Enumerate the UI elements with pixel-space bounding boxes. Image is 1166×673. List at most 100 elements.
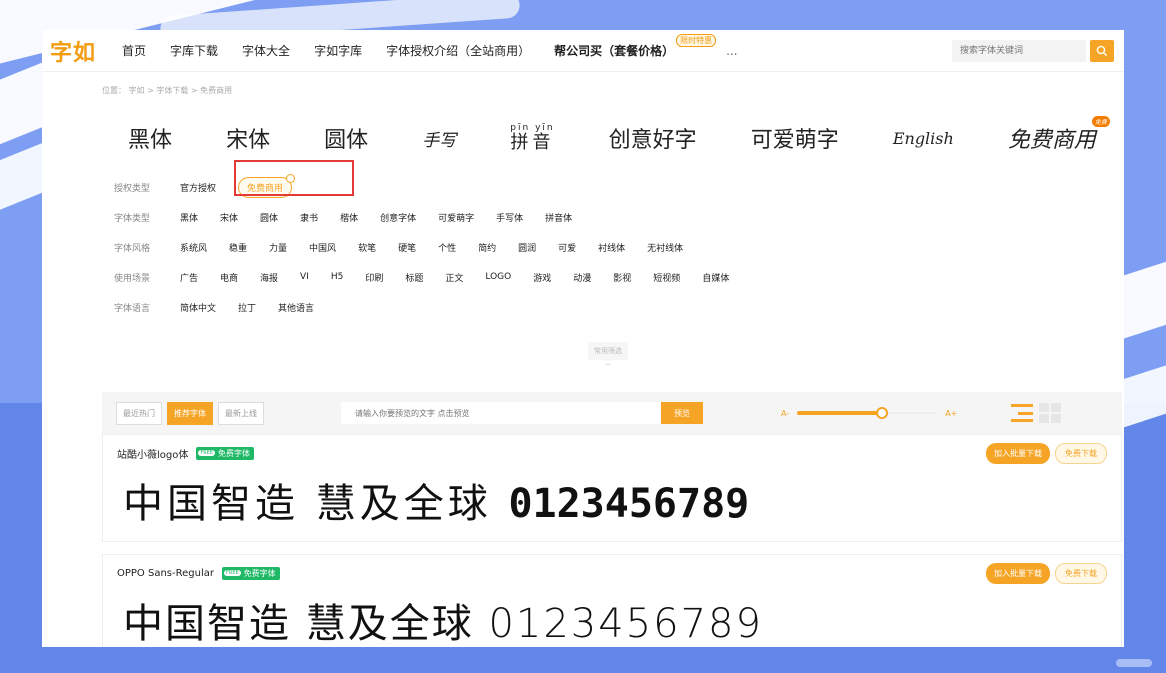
font-card-actions: 加入批量下载 免费下载 [986, 562, 1107, 584]
filter-row-scene: 使用场景 广告 电商 海报 VI H5 印刷 标题 正文 LOGO 游戏 动漫 … [114, 262, 1124, 292]
background-pill [1116, 659, 1152, 667]
filter-option[interactable]: 海报 [260, 271, 278, 284]
free-download-button[interactable]: 免费下载 [1055, 562, 1107, 584]
font-category-bar: 黑体 宋体 圆体 手写 pīn yīn 拼音 创意好字 可爱萌字 English… [42, 116, 1124, 158]
free-download-button[interactable]: 免费下载 [1055, 442, 1107, 464]
filter-option[interactable]: 衬线体 [598, 241, 625, 254]
font-card[interactable]: OPPO Sans-Regular FREE 免费字体 加入批量下载 免费下载 … [102, 554, 1122, 647]
filter-option[interactable]: 印刷 [365, 271, 383, 284]
filter-option[interactable]: 黑体 [180, 211, 198, 224]
category-pinyin[interactable]: pīn yīn 拼音 [510, 124, 554, 152]
font-preview-digits: 0123456789 [488, 601, 763, 647]
filter-option[interactable]: 电商 [220, 271, 238, 284]
nav-ziru-library[interactable]: 字如字库 [314, 42, 362, 59]
filter-option[interactable]: H5 [331, 272, 344, 282]
preview-button[interactable]: 预览 [661, 402, 703, 424]
free-badge: FREE [198, 450, 216, 456]
filter-label: 字体类型 [114, 213, 151, 224]
nav-font-collection[interactable]: 字体大全 [242, 42, 290, 59]
add-batch-download-button[interactable]: 加入批量下载 [986, 442, 1050, 464]
free-font-tag-label: 免费字体 [218, 448, 251, 458]
slider-handle[interactable] [876, 407, 889, 419]
browser-page: 字如 首页 字库下载 字体大全 字如字库 字体授权介绍（全站商用） 帮公司买（套… [42, 30, 1124, 647]
filter-option[interactable]: 标题 [405, 271, 423, 284]
font-size-decrease[interactable]: A- [781, 409, 789, 418]
category-cute[interactable]: 可爱萌字 [751, 122, 839, 154]
category-free-commercial[interactable]: 免费商用 免费 [1008, 116, 1110, 154]
highlight-annotation-box [234, 160, 354, 196]
filter-option[interactable]: 简体中文 [180, 301, 216, 314]
filter-option[interactable]: 影视 [613, 271, 631, 284]
filter-option[interactable]: 系统风 [180, 241, 207, 254]
filter-option[interactable]: 拉丁 [238, 301, 256, 314]
filter-option[interactable]: 游戏 [533, 271, 551, 284]
category-english[interactable]: English [893, 129, 954, 148]
common-filter-label: 常用筛选 [588, 342, 628, 360]
category-heiti[interactable]: 黑体 [128, 122, 172, 154]
category-yuanti[interactable]: 圆体 [324, 122, 368, 154]
nav-company-purchase[interactable]: 帮公司买（套餐价格） 限时特惠 [554, 34, 717, 59]
filter-option[interactable]: 可爱 [558, 241, 576, 254]
nav-license-intro[interactable]: 字体授权介绍（全站商用） [386, 42, 530, 59]
filter-option[interactable]: 隶书 [300, 211, 318, 224]
filter-option[interactable]: 软笔 [358, 241, 376, 254]
font-name[interactable]: OPPO Sans-Regular [117, 568, 214, 579]
filter-row-language: 字体语言 简体中文 拉丁 其他语言 [114, 292, 1124, 322]
add-batch-download-button[interactable]: 加入批量下载 [986, 562, 1050, 584]
filter-option[interactable]: 创意字体 [380, 211, 416, 224]
filter-option[interactable]: 硬笔 [398, 241, 416, 254]
filter-option[interactable]: 个性 [438, 241, 456, 254]
search-button[interactable] [1090, 39, 1114, 62]
tab-newest[interactable]: 最新上线 [218, 401, 264, 425]
filter-option[interactable]: 力量 [269, 241, 287, 254]
filter-option[interactable]: 宋体 [220, 211, 238, 224]
font-size-increase[interactable]: A+ [945, 409, 957, 418]
filter-option[interactable]: 无衬线体 [647, 241, 683, 254]
font-card[interactable]: 站酷小薇logo体 FREE 免费字体 加入批量下载 免费下载 中国智造 慧及全… [102, 434, 1122, 542]
category-shouxie[interactable]: 手写 [422, 126, 456, 151]
preview-text-input[interactable] [341, 402, 661, 424]
filter-option[interactable]: 可爱萌字 [438, 211, 474, 224]
filter-row-type: 字体类型 黑体 宋体 圆体 隶书 楷体 创意字体 可爱萌字 手写体 拼音体 [114, 202, 1124, 232]
filter-option[interactable]: LOGO [485, 272, 511, 282]
font-preview: 中国智造 慧及全球 0123456789 [103, 459, 1121, 529]
grid-view-icon[interactable] [1039, 403, 1062, 423]
filter-option[interactable]: 其他语言 [278, 301, 314, 314]
search-input[interactable] [952, 39, 1086, 62]
filter-option-official[interactable]: 官方授权 [180, 181, 216, 194]
font-name[interactable]: 站酷小薇logo体 [117, 446, 188, 461]
filter-option[interactable]: 自媒体 [702, 271, 729, 284]
nav-more[interactable]: ... [726, 44, 737, 58]
nav-company-purchase-label: 帮公司买（套餐价格） [554, 44, 675, 58]
filter-option[interactable]: 拼音体 [545, 211, 572, 224]
filter-option[interactable]: VI [300, 272, 309, 282]
filter-option[interactable]: 圆体 [260, 211, 278, 224]
filter-option[interactable]: 简约 [478, 241, 496, 254]
main-nav: 首页 字库下载 字体大全 字如字库 字体授权介绍（全站商用） 帮公司买（套餐价格… [122, 34, 738, 59]
tab-recommended[interactable]: 推荐字体 [167, 401, 213, 425]
slider-fill [797, 411, 883, 415]
font-preview-text: 中国智造 慧及全球 [123, 601, 474, 647]
nav-font-download[interactable]: 字库下载 [170, 42, 218, 59]
filter-option[interactable]: 短视频 [653, 271, 680, 284]
filter-label: 字体语言 [114, 303, 151, 314]
filter-option[interactable]: 圆润 [518, 241, 536, 254]
nav-home[interactable]: 首页 [122, 42, 146, 59]
free-corner-badge: 免费 [1091, 116, 1110, 127]
filter-option[interactable]: 动漫 [573, 271, 591, 284]
filter-option[interactable]: 楷体 [340, 211, 358, 224]
filter-option[interactable]: 正文 [445, 271, 463, 284]
font-list-toolbar: 最近热门 推荐字体 最新上线 预览 A- A+ [102, 392, 1122, 434]
category-creative[interactable]: 创意好字 [609, 122, 697, 154]
filter-option[interactable]: 广告 [180, 271, 198, 284]
filter-option[interactable]: 手写体 [496, 211, 523, 224]
list-view-icon[interactable] [1011, 404, 1034, 422]
tab-recent-hot[interactable]: 最近热门 [116, 401, 162, 425]
common-filter-toggle[interactable]: 常用筛选 ^ [588, 342, 628, 371]
top-navigation: 字如 首页 字库下载 字体大全 字如字库 字体授权介绍（全站商用） 帮公司买（套… [42, 30, 1124, 72]
filter-option[interactable]: 稳重 [229, 241, 247, 254]
filter-option[interactable]: 中国风 [309, 241, 336, 254]
category-songti[interactable]: 宋体 [226, 122, 270, 154]
font-size-slider[interactable] [797, 407, 938, 419]
site-logo[interactable]: 字如 [50, 35, 96, 67]
